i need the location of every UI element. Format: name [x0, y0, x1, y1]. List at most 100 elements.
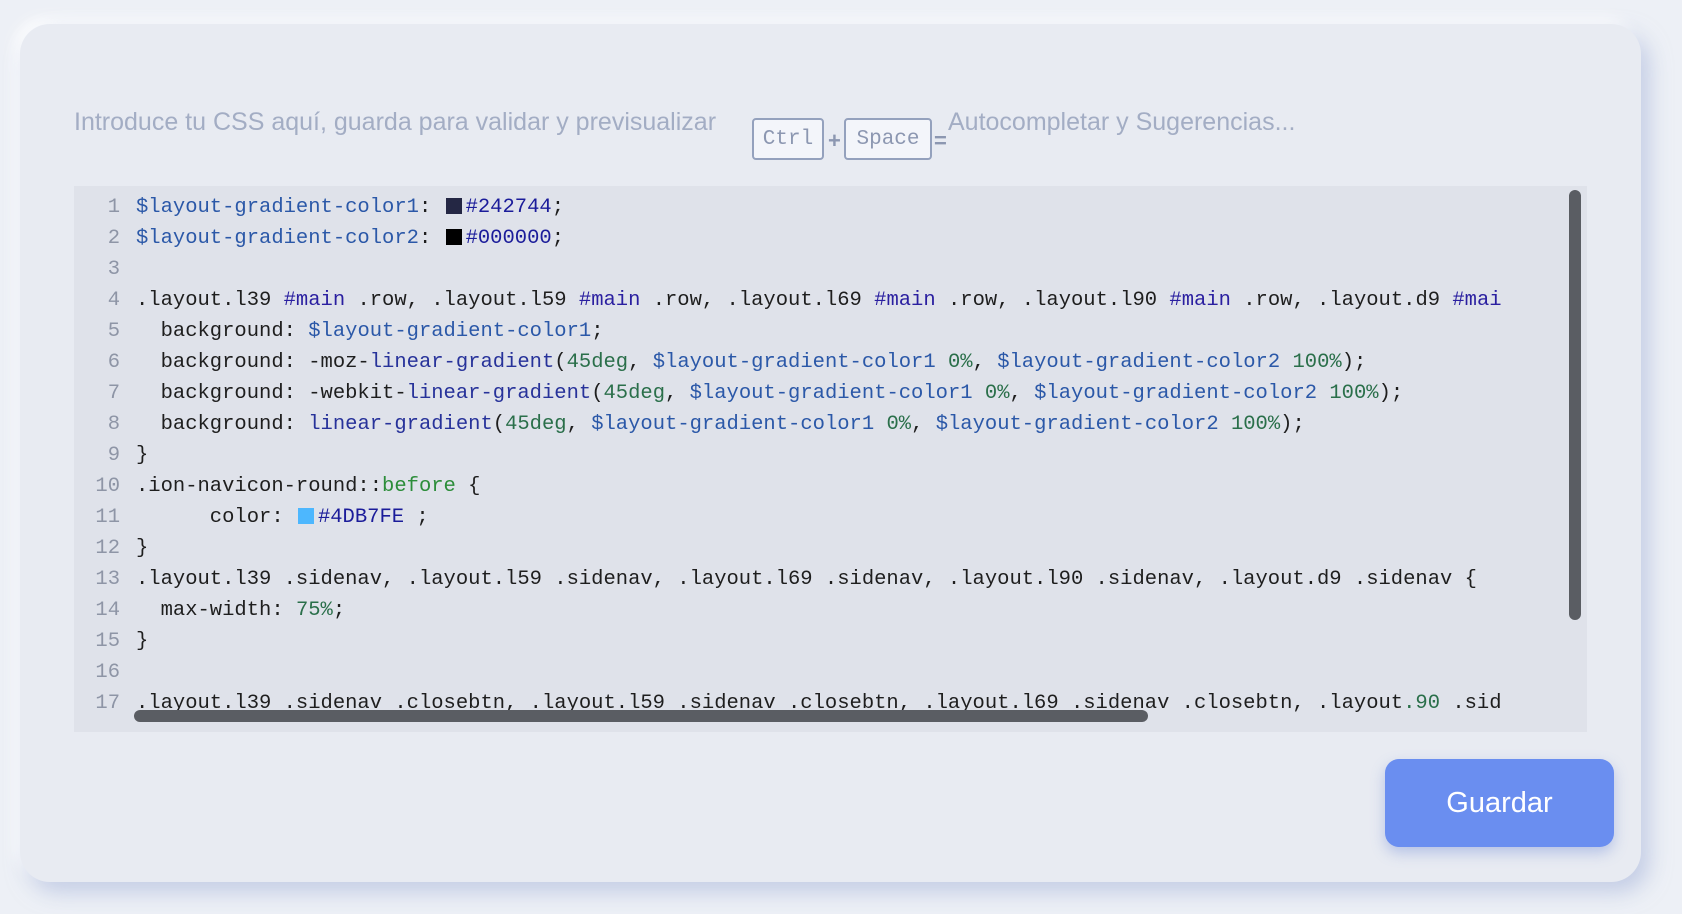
- color-swatch-icon[interactable]: [445, 229, 462, 245]
- save-button[interactable]: Guardar: [1385, 759, 1614, 847]
- code-line[interactable]: 2 $layout-gradient-color2: #000000;: [74, 223, 1587, 254]
- code-line[interactable]: 12}: [74, 533, 1587, 564]
- code-token: (: [591, 382, 604, 405]
- code-line[interactable]: 7 background: -webkit-linear-gradient(45…: [74, 378, 1587, 409]
- line-number: 1: [107, 196, 120, 219]
- code-line[interactable]: 4 .layout.l39 #main .row, .layout.l59 #ma…: [74, 285, 1587, 316]
- code-token: 100%: [1329, 382, 1379, 405]
- code-token: $layout-gradient-color2: [136, 227, 419, 250]
- code-token: $layout-gradient-color1: [689, 382, 973, 405]
- code-token: .layout.l39: [136, 289, 284, 312]
- code-token: ;: [591, 320, 604, 343]
- line-number: 16: [95, 661, 120, 684]
- css-code-editor[interactable]: 1 $layout-gradient-color1: #242744; 2 $layo…: [74, 186, 1587, 732]
- code-token: #main: [283, 289, 346, 312]
- horizontal-scrollbar[interactable]: [134, 710, 1148, 722]
- code-token: 100%: [1292, 351, 1342, 374]
- code-token: );: [1280, 413, 1305, 436]
- line-number: 3: [107, 258, 120, 281]
- color-swatch-icon[interactable]: [445, 198, 462, 214]
- code-line[interactable]: 3: [74, 254, 1587, 285]
- equals-sign: =: [934, 128, 947, 153]
- code-line[interactable]: 13 .layout.l39 .sidenav, .layout.l59 .sid…: [74, 564, 1587, 595]
- code-text: .layout.l39 .sidenav, .layout.l59 .siden…: [136, 564, 1477, 595]
- code-token: 0%: [886, 413, 912, 436]
- ctrl-key: Ctrl: [752, 118, 824, 160]
- code-token: #000000: [465, 227, 552, 250]
- code-token: ;: [551, 196, 564, 219]
- code-line[interactable]: 1 $layout-gradient-color1: #242744;: [74, 192, 1587, 223]
- code-text: background: -webkit-linear-gradient(45de…: [136, 378, 1404, 409]
- code-token: 100%: [1230, 413, 1281, 436]
- code-token: $layout-gradient-color1: [652, 351, 936, 374]
- code-text: .layout.l39 #main .row, .layout.l59 #mai…: [136, 285, 1502, 316]
- code-token: #mai: [1452, 289, 1502, 312]
- code-token: .ion-navicon-round::: [136, 475, 383, 498]
- code-token: background: -webkit-: [136, 382, 407, 405]
- code-token: linear-gradient: [308, 413, 493, 436]
- code-token: 0%: [984, 382, 1010, 405]
- code-text: }: [136, 626, 148, 657]
- code-text: background: linear-gradient(45deg, $layo…: [136, 409, 1305, 440]
- code-token: }: [136, 537, 149, 560]
- code-line[interactable]: 15}: [74, 626, 1587, 657]
- code-line[interactable]: 8 background: linear-gradient(45deg, $la…: [74, 409, 1587, 440]
- code-token: background:: [136, 320, 309, 343]
- code-line[interactable]: 14 max-width: 75%;: [74, 595, 1587, 626]
- code-token: $layout-gradient-color2: [1034, 382, 1318, 405]
- code-text: }: [136, 533, 148, 564]
- code-line[interactable]: 16: [74, 657, 1587, 688]
- hint-text: Introduce tu CSS aquí, guarda para valid…: [74, 108, 717, 136]
- code-line[interactable]: 10 .ion-navicon-round::before {: [74, 471, 1587, 502]
- code-line[interactable]: 6 background: -moz-linear-gradient(45deg…: [74, 347, 1587, 378]
- code-token: 45deg: [566, 351, 629, 374]
- line-number: 9: [107, 444, 120, 467]
- code-token: .90: [1403, 692, 1441, 715]
- code-token: linear-gradient: [369, 351, 555, 374]
- code-token: ,: [665, 382, 690, 405]
- line-number: 5: [107, 320, 120, 343]
- code-text: $layout-gradient-color2: #000000;: [136, 223, 564, 254]
- code-token: ;: [551, 227, 564, 250]
- code-token: ,: [566, 413, 592, 436]
- line-number: 7: [107, 382, 120, 405]
- line-number: 14: [95, 599, 120, 622]
- color-swatch-icon[interactable]: [297, 508, 314, 524]
- code-token: 45deg: [603, 382, 666, 405]
- code-text: $layout-gradient-color1: #242744;: [136, 192, 564, 223]
- line-number: 6: [107, 351, 120, 374]
- code-line[interactable]: 5 background: $layout-gradient-color1;: [74, 316, 1587, 347]
- code-token: ,: [911, 413, 936, 436]
- code-text: background: $layout-gradient-color1;: [136, 316, 604, 347]
- line-number: 10: [95, 475, 120, 498]
- code-token: .row, .layout.l59: [345, 289, 579, 312]
- code-token: .row, .layout.d9: [1230, 289, 1453, 312]
- code-token: before: [382, 475, 456, 498]
- code-token: #4DB7FE: [317, 506, 405, 529]
- code-token: #main: [1169, 289, 1231, 312]
- line-number: 17: [95, 692, 120, 715]
- code-token: .layout.l39 .sidenav, .layout.l59 .siden…: [136, 568, 1477, 591]
- code-token: .row, .layout.l69: [640, 289, 875, 312]
- code-token: (: [554, 351, 567, 374]
- code-token: #main: [578, 289, 641, 312]
- code-token: :: [418, 196, 444, 219]
- code-token: ,: [628, 351, 653, 374]
- code-line[interactable]: 11 color: #4DB7FE ;: [74, 502, 1587, 533]
- code-token: }: [136, 630, 149, 653]
- code-token: $layout-gradient-color1: [591, 413, 875, 436]
- code-token: $layout-gradient-color1: [308, 320, 592, 343]
- code-text: color: #4DB7FE ;: [136, 502, 429, 533]
- code-token: ,: [972, 351, 998, 374]
- code-token: );: [1341, 351, 1367, 374]
- vertical-scrollbar[interactable]: [1569, 190, 1581, 620]
- code-token: .sid: [1440, 692, 1502, 715]
- code-token: (: [492, 413, 506, 436]
- line-number: 11: [95, 506, 120, 529]
- code-token: background:: [136, 413, 309, 436]
- code-line[interactable]: 9}: [74, 440, 1587, 471]
